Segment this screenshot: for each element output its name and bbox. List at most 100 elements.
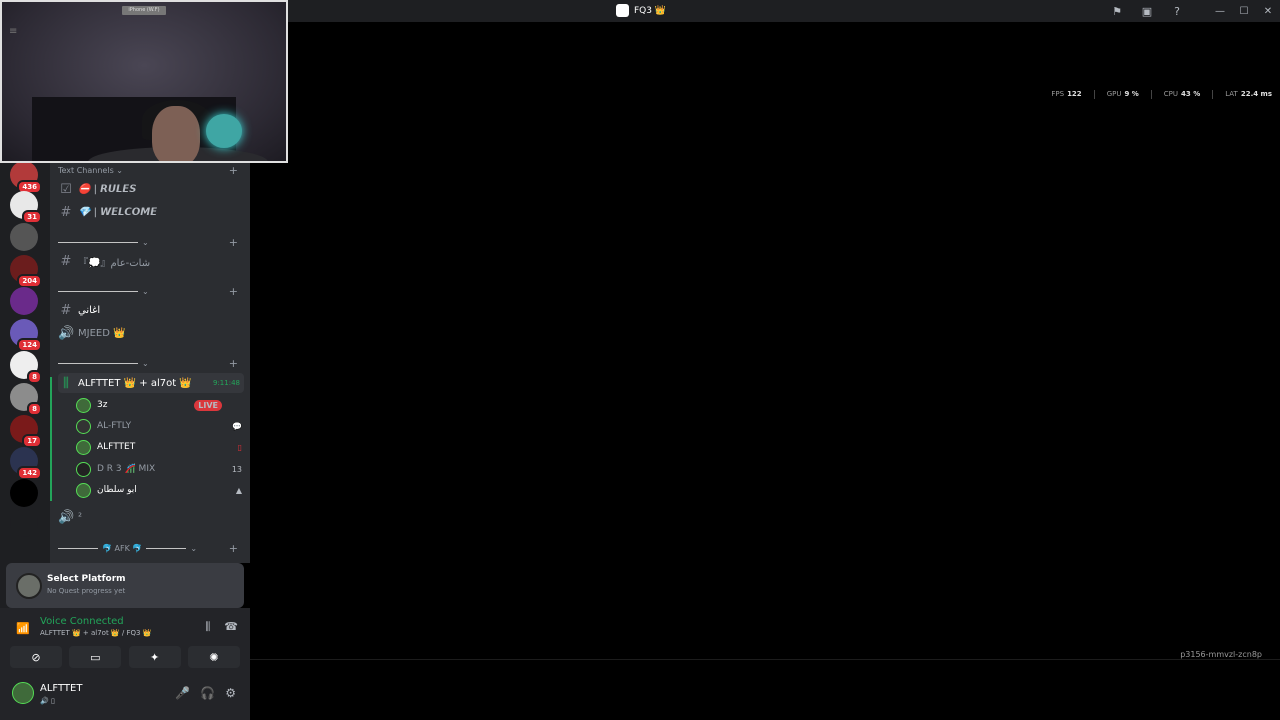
avatar (76, 482, 91, 498)
channel-label: 💎 | 𝙒𝙀𝙇𝘾𝙊𝙈𝙀 (78, 206, 158, 218)
channel-songs[interactable]: # اغاني (58, 300, 244, 320)
speaker-icon: 🔊 (58, 509, 75, 525)
member-name: AL-FTLY (97, 421, 132, 431)
rules-icon: ☑ (60, 181, 72, 197)
screen-share-button[interactable]: ▭ (69, 646, 122, 668)
add-channel-icon[interactable]: + (229, 542, 238, 555)
disconnect-icon[interactable]: ☎ (224, 620, 238, 634)
channel-welcome[interactable]: # 💎 | 𝙒𝙀𝙇𝘾𝙊𝙈𝙀 (58, 202, 244, 222)
voice-wave-icon: ⫼ (63, 375, 69, 391)
quest-title: Select Platform (47, 574, 126, 584)
channel-speaker[interactable]: 🔊 ² (58, 507, 244, 527)
server-icon[interactable]: 8 (10, 383, 42, 416)
channel-rules[interactable]: ☑ ⛔ | 𝙍𝙐𝙇𝙀𝙎 (58, 179, 244, 199)
activity-icon: ▲ (235, 485, 242, 495)
category-afk[interactable]: 🐬 AFK 🐬 ⌄ (58, 544, 197, 553)
camera-source-label: iPhone (W.F) (122, 6, 166, 15)
server-icon[interactable]: 17 (10, 415, 42, 448)
server-icon[interactable]: 436 (10, 161, 42, 194)
avatar (76, 418, 91, 434)
webcam-overlay: iPhone (W.F) ≡ (0, 0, 288, 163)
server-icon[interactable]: 204 (10, 255, 42, 288)
quest-subtitle: No Quest progress yet (47, 587, 126, 595)
avatar (76, 439, 91, 455)
headphones-icon[interactable]: 🎧 (200, 686, 215, 700)
avatar (76, 461, 91, 477)
settings-gear-icon[interactable]: ⚙ (225, 686, 236, 700)
category-label: Text Channels ⌄ (58, 166, 123, 175)
microphone-icon[interactable]: 🎤 (175, 686, 190, 700)
server-logo-icon (616, 4, 629, 17)
performance-stats: FPS 122 GPU 9 % CPU 43 % LAT 22.4 ms (1051, 90, 1272, 99)
voice-member[interactable]: D R 3 🎢 MIX 13 (76, 459, 244, 479)
maximize-button[interactable]: ☐ (1232, 0, 1256, 22)
mention-badge: 31 (22, 210, 42, 224)
activity-icon: 13 (231, 464, 242, 474)
speaker-icon: 🔊 (58, 325, 75, 341)
stat-cpu: CPU 43 % (1163, 90, 1201, 98)
window-title: FQ3 👑 (616, 4, 666, 17)
stat-latency: LAT 22.4 ms (1225, 90, 1272, 98)
avatar (76, 397, 91, 413)
category-divider[interactable]: ⌄ (58, 287, 149, 296)
add-channel-icon[interactable]: + (229, 285, 238, 298)
server-icon[interactable]: 124 (10, 319, 42, 352)
add-channel-icon[interactable]: + (229, 357, 238, 370)
camera-off-button[interactable]: ⊘ (10, 646, 62, 668)
voice-channel-active[interactable]: ⫼ ALFTTET 👑 + al7ot 👑 9:11:48 (58, 373, 244, 393)
category-label: 🐬 AFK 🐬 (102, 544, 143, 553)
add-channel-icon[interactable]: + (229, 164, 238, 177)
channel-label: ² (78, 511, 83, 523)
activities-button[interactable]: ✦ (128, 646, 181, 668)
server-icon[interactable]: 142 (10, 447, 42, 480)
channel-chat[interactable]: # 『💭』شات-عام (58, 251, 244, 271)
voice-status-subtitle[interactable]: ALFTTET 👑 + al7ot 👑 / FQ3 👑 (40, 629, 151, 637)
window-title-text: FQ3 👑 (634, 5, 667, 16)
flag-icon[interactable]: ⚑ (1102, 0, 1132, 22)
server-icon[interactable] (10, 509, 38, 537)
voice-member[interactable]: ابو سلطان ▲ (76, 480, 244, 500)
quest-card[interactable]: Select Platform No Quest progress yet (6, 563, 244, 608)
channel-list: Text Channels ⌄ + ☑ ⛔ | 𝙍𝙐𝙇𝙀𝙎 # 💎 | 𝙒𝙀𝙇𝘾𝙊𝙈… (50, 163, 250, 563)
signal-icon[interactable]: 📶 (16, 622, 30, 635)
channel-mjeed[interactable]: 🔊 MJEED 👑 (58, 323, 244, 343)
server-icon[interactable] (10, 223, 38, 251)
stat-gpu: GPU 9 % (1106, 90, 1139, 98)
category-divider[interactable]: ⌄ (58, 238, 149, 247)
server-icon[interactable]: 31 (10, 191, 42, 224)
channel-label: 『💭』شات-عام (78, 257, 151, 269)
soundboard-button[interactable]: ✺ (187, 646, 240, 668)
member-name: 3z (97, 400, 108, 410)
voice-member[interactable]: AL-FTLY 💬 (76, 416, 244, 436)
voice-member[interactable]: 3z LIVE (76, 395, 244, 415)
mention-badge: 8 (27, 370, 42, 384)
user-status: 🔊 ▯ (40, 697, 55, 705)
close-button[interactable]: ✕ (1256, 0, 1280, 22)
user-panel: 📶 Voice Connected ALFTTET 👑 + al7ot 👑 / … (0, 608, 250, 720)
member-name: D R 3 🎢 MIX (97, 464, 156, 474)
category-divider[interactable]: ⌄ (58, 359, 149, 368)
server-icon[interactable] (10, 287, 38, 315)
mention-badge: 204 (17, 274, 42, 288)
activity-icon: ▯ (237, 442, 242, 452)
voice-member[interactable]: ALFTTET ▯ (76, 437, 244, 457)
channel-label: ALFTTET 👑 + al7ot 👑 (78, 377, 192, 389)
voice-status-title[interactable]: Voice Connected (40, 616, 124, 627)
webcam-person (152, 106, 200, 161)
username[interactable]: ALFTTET (40, 683, 82, 694)
server-icon[interactable]: 8 (10, 351, 42, 384)
help-icon[interactable]: ? (1162, 0, 1192, 22)
voice-connection-bar (50, 377, 52, 501)
category-text-channels[interactable]: Text Channels ⌄ (58, 166, 123, 175)
minimize-button[interactable]: — (1208, 0, 1232, 22)
inbox-icon[interactable]: ▣ (1132, 0, 1162, 22)
avatar[interactable] (12, 682, 34, 704)
noise-suppression-icon[interactable]: ⫼ (205, 620, 210, 634)
add-channel-icon[interactable]: + (229, 236, 238, 249)
hash-icon: # (60, 204, 72, 220)
hash-icon: # (60, 253, 72, 269)
server-icon[interactable] (10, 479, 38, 507)
hash-icon: # (60, 302, 72, 318)
member-name: ابو سلطان (97, 485, 137, 495)
divider (250, 659, 1280, 660)
